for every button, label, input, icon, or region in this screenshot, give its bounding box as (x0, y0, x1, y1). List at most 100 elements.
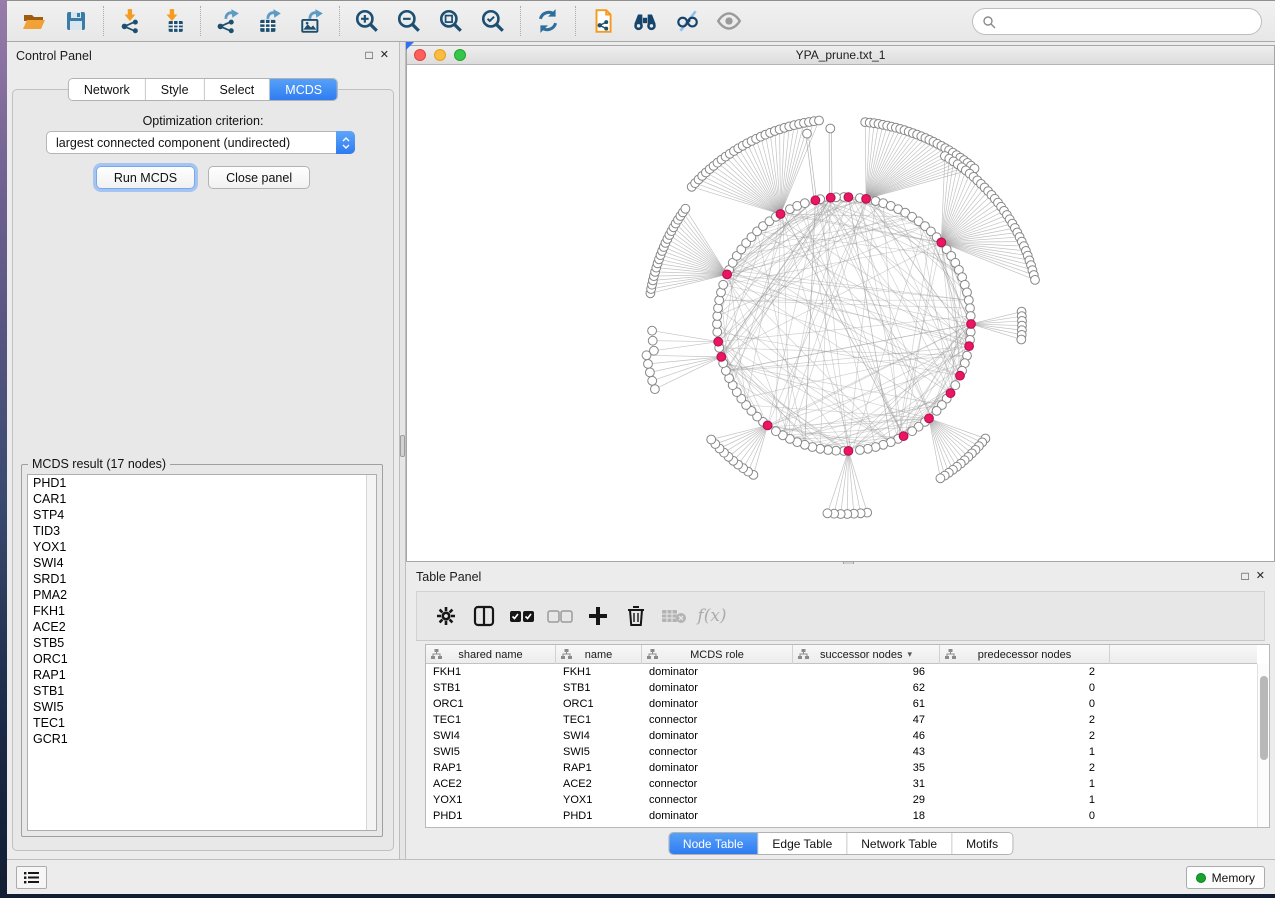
tab-mcds[interactable]: MCDS (270, 79, 337, 100)
chevron-up-icon (342, 137, 350, 142)
network-canvas[interactable] (407, 65, 1274, 561)
cell-mcds-role: dominator (642, 760, 793, 776)
export-network-icon (215, 8, 241, 34)
cell-name: RAP1 (556, 760, 642, 776)
table-row[interactable]: TEC1TEC1connector472 (426, 712, 1257, 728)
zoom-out-button[interactable] (388, 4, 430, 38)
network-window-titlebar[interactable]: YPA_prune.txt_1 (407, 46, 1274, 65)
show-column-panel-button[interactable] (465, 597, 503, 635)
refresh-layout-button[interactable] (527, 4, 569, 38)
import-network-button[interactable] (110, 4, 152, 38)
column-header-mcds-role[interactable]: MCDS role (642, 645, 793, 664)
network-canvas-svg[interactable] (407, 65, 1274, 561)
select-stepper (336, 131, 355, 154)
function-builder-button[interactable]: f(x) (693, 597, 731, 635)
result-node-item[interactable]: SWI4 (28, 555, 376, 571)
table-row[interactable]: ACE2ACE2connector311 (426, 776, 1257, 792)
result-node-item[interactable]: GCR1 (28, 731, 376, 747)
column-header-shared-name[interactable]: shared name (426, 645, 556, 664)
zoom-in-button[interactable] (346, 4, 388, 38)
result-node-item[interactable]: FKH1 (28, 603, 376, 619)
memory-button[interactable]: Memory (1186, 866, 1265, 889)
close-table-panel-icon[interactable]: ✕ (1256, 571, 1265, 582)
table-scrollbar-thumb[interactable] (1260, 676, 1268, 760)
result-node-item[interactable]: ORC1 (28, 651, 376, 667)
table-row[interactable]: SWI5SWI5connector431 (426, 744, 1257, 760)
zoom-selected-button[interactable] (472, 4, 514, 38)
cell-mcds-role: dominator (642, 728, 793, 744)
cell-shared-name: ACE2 (426, 776, 556, 792)
tab-network-table[interactable]: Network Table (847, 833, 952, 854)
criterion-select[interactable]: largest connected component (undirected) (46, 131, 355, 154)
result-node-item[interactable]: PHD1 (28, 475, 376, 491)
tab-style[interactable]: Style (146, 79, 205, 100)
table-row[interactable]: FKH1FKH1dominator962 (426, 664, 1257, 680)
cell-shared-name: PHD1 (426, 808, 556, 824)
table-panel-title: Table Panel (406, 570, 481, 584)
table-scrollbar[interactable] (1257, 664, 1269, 827)
delete-column-button[interactable] (617, 597, 655, 635)
table-row[interactable]: PHD1PHD1dominator180 (426, 808, 1257, 824)
save-session-button[interactable] (55, 4, 97, 38)
open-session-button[interactable] (13, 4, 55, 38)
table-options-button[interactable] (427, 597, 465, 635)
result-node-item[interactable]: STP4 (28, 507, 376, 523)
cell-shared-name: FKH1 (426, 664, 556, 680)
result-node-item[interactable]: STB1 (28, 683, 376, 699)
result-node-item[interactable]: STB5 (28, 635, 376, 651)
result-node-item[interactable]: SRD1 (28, 571, 376, 587)
cell-predecessor-nodes: 1 (940, 792, 1110, 808)
result-node-item[interactable]: CAR1 (28, 491, 376, 507)
attribute-type-icon (798, 649, 809, 660)
show-all-button[interactable] (708, 4, 750, 38)
tab-node-table[interactable]: Node Table (669, 833, 759, 854)
result-node-item[interactable]: SWI5 (28, 699, 376, 715)
result-node-item[interactable]: YOX1 (28, 539, 376, 555)
table-header-row: shared namenameMCDS rolesuccessor nodes▾… (426, 645, 1257, 664)
hide-selected-button[interactable] (666, 4, 708, 38)
import-public-network-button[interactable] (582, 4, 624, 38)
result-list-scrollbar[interactable] (366, 475, 376, 830)
run-mcds-button[interactable]: Run MCDS (96, 166, 195, 189)
float-panel-icon[interactable]: □ (366, 50, 373, 61)
export-image-icon (299, 8, 325, 34)
splitter-handle[interactable] (400, 435, 405, 457)
first-neighbors-button[interactable] (624, 4, 666, 38)
search-input[interactable] (996, 12, 1261, 32)
vertical-splitter[interactable] (399, 42, 406, 859)
close-panel-icon[interactable]: ✕ (380, 50, 389, 61)
tab-motifs[interactable]: Motifs (952, 833, 1012, 854)
delete-table-button[interactable] (655, 597, 693, 635)
zoom-out-icon (396, 8, 422, 34)
result-node-item[interactable]: PMA2 (28, 587, 376, 603)
export-image-button[interactable] (291, 4, 333, 38)
column-header-predecessor-nodes[interactable]: predecessor nodes (940, 645, 1110, 664)
result-node-item[interactable]: RAP1 (28, 667, 376, 683)
tab-network[interactable]: Network (69, 79, 146, 100)
table-row[interactable]: RAP1RAP1dominator352 (426, 760, 1257, 776)
cell-successor-nodes: 31 (793, 776, 940, 792)
column-header-successor-nodes[interactable]: successor nodes▾ (793, 645, 940, 664)
toolbar-search-field[interactable] (972, 8, 1262, 35)
tab-select[interactable]: Select (205, 79, 271, 100)
zoom-fit-button[interactable] (430, 4, 472, 38)
table-row[interactable]: SWI4SWI4dominator462 (426, 728, 1257, 744)
show-panel-list-button[interactable] (16, 866, 47, 889)
export-table-button[interactable] (249, 4, 291, 38)
table-row[interactable]: YOX1YOX1connector291 (426, 792, 1257, 808)
result-node-item[interactable]: TEC1 (28, 715, 376, 731)
table-row[interactable]: STB1STB1dominator620 (426, 680, 1257, 696)
column-header-name[interactable]: name (556, 645, 642, 664)
cell-name: ORC1 (556, 696, 642, 712)
result-node-item[interactable]: ACE2 (28, 619, 376, 635)
float-table-panel-icon[interactable]: □ (1242, 571, 1249, 582)
result-node-item[interactable]: TID3 (28, 523, 376, 539)
table-row[interactable]: ORC1ORC1dominator610 (426, 696, 1257, 712)
tab-edge-table[interactable]: Edge Table (758, 833, 847, 854)
add-column-button[interactable] (579, 597, 617, 635)
import-table-button[interactable] (152, 4, 194, 38)
deselect-all-button[interactable] (541, 597, 579, 635)
export-network-button[interactable] (207, 4, 249, 38)
close-panel-button[interactable]: Close panel (208, 166, 310, 189)
select-all-button[interactable] (503, 597, 541, 635)
